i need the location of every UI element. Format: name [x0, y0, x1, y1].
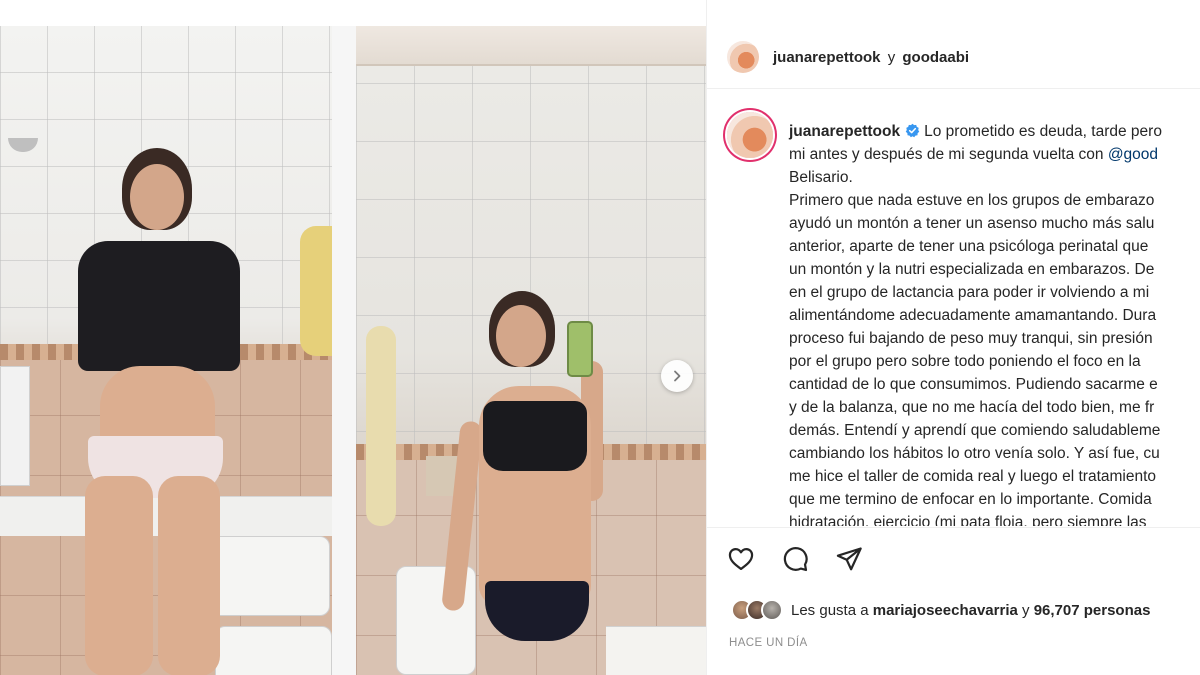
likes-joiner: y	[1022, 601, 1030, 619]
header-joiner: y	[887, 48, 896, 66]
caption-username[interactable]: juanarepettook	[789, 123, 900, 140]
caption-line-15: me hice el taller de comida real y luego…	[789, 468, 1157, 485]
caption-line-7: en el grupo de lactancia para poder ir v…	[789, 284, 1150, 301]
caption-line-10: por el grupo pero sobre todo poniendo el…	[789, 353, 1141, 370]
before-photo	[0, 26, 332, 675]
caption-line-11: cantidad de lo que consumimos. Pudiendo …	[789, 376, 1158, 393]
post-panel: juanarepettook y goodaabi juanarepettook…	[706, 0, 1200, 675]
heart-icon	[728, 547, 754, 571]
comment-button[interactable]	[779, 543, 811, 575]
post-media[interactable]	[0, 0, 706, 675]
after-photo	[356, 26, 706, 675]
caption-text: juanarepettook Lo prometido es deuda, tar…	[789, 120, 1200, 526]
caption-line-2: Belisario.	[789, 169, 853, 186]
caption-line-14: cambiando los hábitos lo otro venía solo…	[789, 445, 1160, 462]
photo-divider	[332, 26, 356, 675]
caption-line-1: mi antes y después de mi segunda vuelta …	[789, 146, 1104, 163]
likes-prefix: Les gusta a	[791, 601, 869, 619]
post-header: juanarepettook y goodaabi	[707, 26, 1200, 89]
actions-divider	[707, 527, 1200, 528]
liker-avatars	[731, 599, 783, 621]
post-caption: juanarepettook Lo prometido es deuda, tar…	[707, 106, 1200, 526]
share-button[interactable]	[833, 543, 865, 575]
caption-line-0: Lo prometido es deuda, tarde pero	[924, 123, 1162, 140]
caption-avatar[interactable]	[727, 112, 773, 158]
caption-line-5: anterior, aparte de tener una psicóloga …	[789, 238, 1149, 255]
comment-icon	[783, 547, 808, 572]
header-username-2[interactable]: goodaabi	[902, 49, 969, 66]
caption-line-13: demás. Entendí y aprendí que comiendo sa…	[789, 422, 1161, 439]
header-username-1[interactable]: juanarepettook	[773, 49, 881, 66]
caption-line-16: que me termino de enfocar en lo importan…	[789, 491, 1152, 508]
likes-user[interactable]: mariajoseechavarria	[873, 602, 1018, 619]
like-button[interactable]	[725, 543, 757, 575]
header-avatar[interactable]	[727, 41, 759, 73]
post-actions	[725, 543, 865, 575]
caption-line-4: ayudó un montón a tener un asenso mucho …	[789, 215, 1155, 232]
next-photo-button[interactable]	[661, 360, 693, 392]
share-icon	[836, 547, 862, 571]
caption-line-3: Primero que nada estuve en los grupos de…	[789, 192, 1155, 209]
caption-line-17: hidratación, ejercicio (mi pata floja, p…	[789, 514, 1147, 526]
caption-line-12: y de la balanza, que no me hacía del tod…	[789, 399, 1155, 416]
post-timestamp[interactable]: HACE UN DÍA	[729, 637, 808, 649]
verified-badge-icon	[905, 123, 920, 138]
chevron-right-icon	[674, 370, 681, 382]
likes-count[interactable]: 96,707 personas	[1034, 602, 1151, 619]
caption-line-6: un montón y la nutri especializada en em…	[789, 261, 1155, 278]
caption-line-9: proceso fui bajando de peso muy tranqui,…	[789, 330, 1153, 347]
caption-mention[interactable]: @good	[1108, 146, 1158, 163]
likes-summary: Les gusta a mariajoseechavarria y 96,707…	[731, 599, 1150, 621]
liker-avatar[interactable]	[761, 599, 783, 621]
caption-line-8: alimentándome adecuadamente amamantando.…	[789, 307, 1157, 324]
header-usernames: juanarepettook y goodaabi	[773, 49, 969, 66]
